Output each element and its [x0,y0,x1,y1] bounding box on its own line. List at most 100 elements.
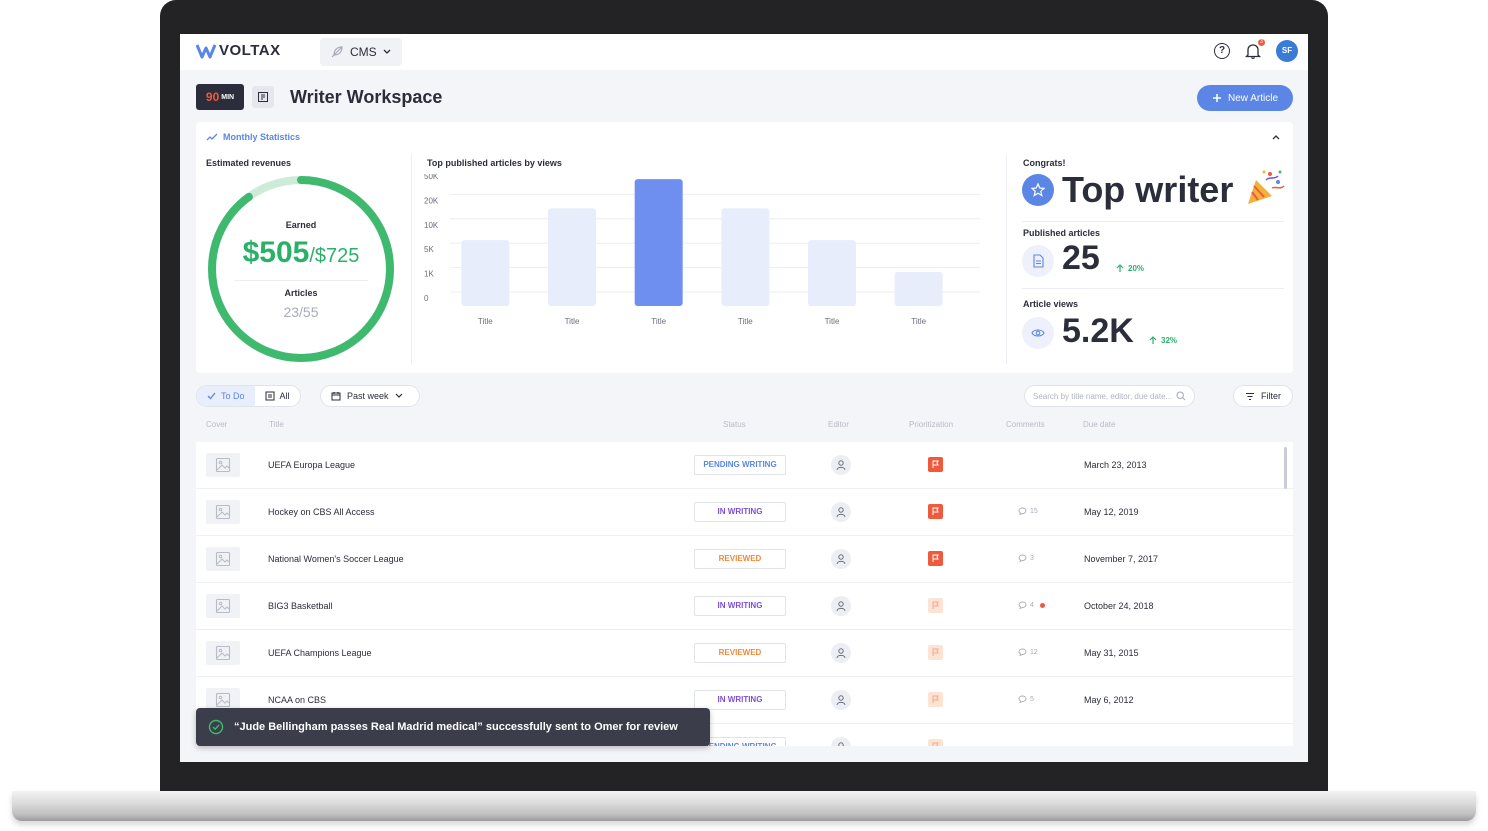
status-badge[interactable]: IN WRITING [694,690,786,710]
article-title[interactable]: NCAA on CBS [268,695,326,705]
module-switcher[interactable]: CMS [320,38,402,66]
column-header-comments[interactable]: Comments [1006,420,1045,429]
cover-thumbnail[interactable] [206,500,240,524]
all-tab[interactable]: All [255,386,300,406]
user-icon [836,695,846,706]
comment-icon [1018,507,1027,515]
y-tick-label: 50K [424,174,439,181]
date-range-dropdown[interactable]: Past week [320,385,420,407]
image-placeholder-icon [215,692,231,708]
filter-button[interactable]: Filter [1233,385,1293,407]
editor-avatar[interactable] [831,596,851,616]
editor-avatar[interactable] [831,455,851,475]
comments-count[interactable]: 3 [1018,554,1034,562]
user-avatar[interactable]: SF [1276,40,1298,62]
column-header-cover[interactable]: Cover [206,420,227,429]
editor-avatar[interactable] [831,690,851,710]
earned-amount: $505 [242,236,310,269]
chevron-down-icon [383,49,391,54]
editor-avatar[interactable] [831,643,851,663]
filter-label: Filter [1261,391,1281,401]
page-header: 90 MIN Writer Workspace [196,84,442,110]
divider [1022,221,1284,222]
cover-thumbnail[interactable] [206,547,240,571]
x-tick-label: Title [911,317,926,326]
comments-count-value: 3 [1030,554,1034,562]
column-header-prioritization[interactable]: Prioritization [909,420,953,429]
eye-icon [1022,317,1054,349]
table-row[interactable]: UEFA Champions League REVIEWED 12 May 31, 2… [196,630,1293,677]
party-popper-icon [1248,170,1285,204]
table-row[interactable]: BIG3 Basketball IN WRITING 4 October 24, 20… [196,583,1293,630]
article-title[interactable]: BIG3 Basketball [268,601,333,611]
image-placeholder-icon [215,598,231,614]
help-icon[interactable]: ? [1214,43,1230,59]
x-tick-label: Title [565,317,580,326]
views-label: Article views [1023,299,1079,309]
status-badge[interactable]: PENDING WRITING [694,455,786,475]
cover-thumbnail[interactable] [206,594,240,618]
editor-avatar[interactable] [831,502,851,522]
notifications-button[interactable]: 3 [1244,39,1265,60]
priority-flag[interactable] [928,692,943,707]
status-badge[interactable]: IN WRITING [694,502,786,522]
site-switch-icon[interactable] [252,86,274,108]
comments-count[interactable]: 4 [1018,601,1045,609]
status-badge[interactable]: REVIEWED [694,549,786,569]
earned-value: $505/$725 [206,236,396,270]
comments-count[interactable]: 12 [1018,648,1038,656]
priority-flag[interactable] [928,598,943,613]
status-badge[interactable]: IN WRITING [694,596,786,616]
article-title[interactable]: Hockey on CBS All Access [268,507,375,517]
search-input[interactable]: Search by title name, editor, due date..… [1024,385,1195,407]
cover-thumbnail[interactable] [206,453,240,477]
article-title[interactable]: UEFA Champions League [268,648,372,658]
priority-flag[interactable] [928,504,943,519]
comments-count-value: 15 [1030,507,1038,515]
divider [1022,288,1284,289]
x-tick-label: Title [825,317,840,326]
new-article-button[interactable]: New Article [1197,85,1293,111]
toast-message: “Jude Bellingham passes Real Madrid medi… [234,721,678,733]
table-row[interactable]: UEFA Europa League PENDING WRITING March 2… [196,442,1293,489]
status-badge[interactable]: REVIEWED [694,643,786,663]
image-placeholder-icon [215,457,231,473]
column-header-editor[interactable]: Editor [828,420,849,429]
voltax-logo[interactable]: VOLTAX [196,42,281,59]
user-icon [836,648,846,659]
voltax-mark-icon [196,43,216,58]
due-date: March 23, 2013 [1084,460,1147,470]
bar [548,208,596,306]
column-header-status[interactable]: Status [723,420,746,429]
check-circle-icon [208,719,224,735]
priority-flag[interactable] [928,457,943,472]
bar [461,240,510,306]
article-title[interactable]: UEFA Europa League [268,460,355,470]
x-tick-label: Title [738,317,753,326]
list-icon [265,391,275,401]
search-placeholder: Search by title name, editor, due date..… [1033,391,1173,401]
priority-flag[interactable] [928,739,943,746]
editor-avatar[interactable] [831,549,851,569]
chevron-up-icon[interactable] [1271,132,1281,142]
priority-flag[interactable] [928,645,943,660]
chevron-down-icon [395,393,402,398]
table-row[interactable]: National Women's Soccer League REVIEWED 3 N… [196,536,1293,583]
editor-avatar[interactable] [831,737,851,746]
stats-header: Monthly Statistics [206,132,300,142]
column-header-due-date[interactable]: Due date [1083,420,1115,429]
table-scrollbar[interactable] [1284,447,1287,489]
table-row[interactable]: Hockey on CBS All Access IN WRITING 15 May … [196,489,1293,536]
flag-icon [932,742,939,746]
priority-flag[interactable] [928,551,943,566]
article-title[interactable]: National Women's Soccer League [268,554,404,564]
new-article-label: New Article [1227,92,1278,104]
image-placeholder-icon [215,645,231,661]
user-icon [836,460,846,471]
comments-count[interactable]: 5 [1018,695,1034,703]
column-header-title[interactable]: Title [269,420,284,429]
cover-thumbnail[interactable] [206,641,240,665]
comments-count[interactable]: 15 [1018,507,1038,515]
x-tick-label: Title [478,317,493,326]
todo-tab[interactable]: To Do [197,386,255,406]
